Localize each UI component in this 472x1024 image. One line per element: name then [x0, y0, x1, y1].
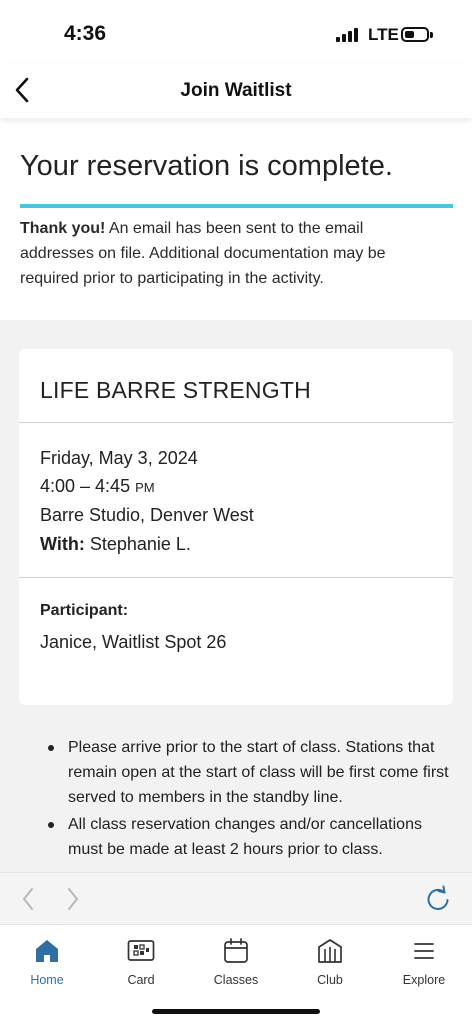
tab-club[interactable]: Club	[290, 933, 370, 993]
tab-classes[interactable]: Classes	[196, 933, 276, 993]
class-date: Friday, May 3, 2024	[40, 448, 198, 468]
class-name: LIFE BARRE STRENGTH	[40, 377, 311, 403]
tab-label: Club	[317, 973, 343, 987]
chevron-right-icon	[68, 888, 78, 910]
reload-button[interactable]	[422, 883, 454, 915]
thank-you-text: Thank you!	[20, 220, 106, 237]
accent-divider	[20, 204, 453, 208]
card-divider	[19, 577, 453, 578]
reload-icon	[427, 885, 449, 910]
class-notes: Please arrive prior to the start of clas…	[46, 735, 456, 864]
tab-label: Card	[127, 973, 155, 987]
note-item: Please arrive prior to the start of clas…	[46, 735, 456, 810]
card-icon	[127, 940, 155, 961]
browser-toolbar	[0, 872, 472, 924]
tab-label: Classes	[213, 973, 259, 987]
confirmation-title: Your reservation is complete.	[20, 150, 393, 182]
chevron-left-icon	[23, 888, 33, 910]
tab-label: Explore	[402, 973, 446, 987]
class-time-ampm: PM	[135, 480, 155, 495]
class-time-range: 4:00 – 4:45	[40, 476, 131, 496]
home-indicator[interactable]	[152, 1009, 320, 1014]
browser-forward-button[interactable]	[57, 883, 89, 915]
card-divider	[19, 422, 453, 423]
confirmation-message: Thank you! An email has been sent to the…	[20, 216, 440, 291]
confirmation-section: Your reservation is complete. Thank you!…	[0, 118, 472, 320]
tab-label: Home	[30, 973, 64, 987]
status-bar: 4:36 LTE	[0, 0, 472, 64]
class-instructor: With: Stephanie L.	[40, 534, 191, 555]
signal-icon	[336, 28, 358, 42]
participant-label: Participant:	[40, 602, 129, 619]
status-time: 4:36	[64, 22, 107, 45]
nav-header: Join Waitlist	[0, 64, 472, 118]
club-icon	[318, 939, 342, 963]
instructor-label: With:	[40, 534, 85, 554]
tab-home[interactable]: Home	[7, 933, 87, 993]
class-location: Barre Studio, Denver West	[40, 505, 254, 525]
browser-back-button[interactable]	[12, 883, 44, 915]
page-title: Join Waitlist	[180, 80, 292, 101]
tab-explore[interactable]: Explore	[384, 933, 464, 993]
class-time: 4:00 – 4:45 PM	[40, 476, 155, 497]
menu-icon	[414, 943, 434, 959]
calendar-icon	[224, 938, 248, 963]
note-item: All class reservation changes and/or can…	[46, 812, 456, 862]
instructor-name: Stephanie L.	[84, 534, 191, 554]
home-icon	[36, 940, 58, 962]
class-card: LIFE BARRE STRENGTH Friday, May 3, 2024 …	[19, 349, 453, 705]
battery-icon	[401, 27, 429, 42]
network-label: LTE	[368, 25, 399, 44]
participant-value: Janice, Waitlist Spot 26	[40, 632, 227, 652]
tab-card[interactable]: Card	[101, 933, 181, 993]
battery-tip	[430, 32, 433, 38]
content-area[interactable]: LIFE BARRE STRENGTH Friday, May 3, 2024 …	[0, 320, 472, 872]
